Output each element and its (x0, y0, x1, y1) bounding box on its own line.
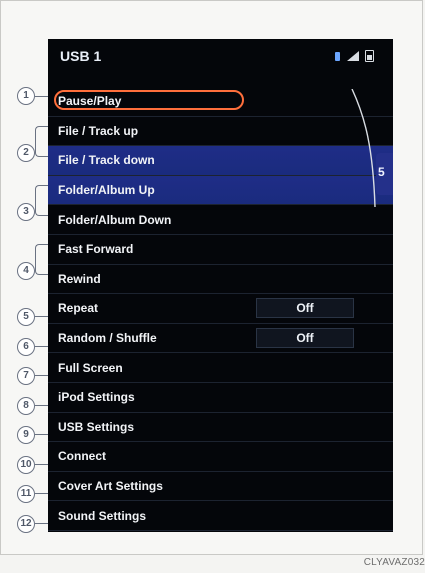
menu-item-file-track-up[interactable]: File / Track up (48, 117, 393, 147)
menu-item-label: Pause/Play (58, 94, 122, 109)
callout-6: 6 (17, 338, 35, 356)
menu-item-repeat[interactable]: Repeat Off (48, 294, 393, 324)
figure-code: CLYAVAZ032 (363, 557, 425, 568)
menu-item-folder-album-down[interactable]: Folder/Album Down (48, 205, 393, 235)
menu-item-label: Rewind (58, 271, 101, 286)
callout-11: 11 (17, 485, 35, 503)
menu-item-ipod-settings[interactable]: iPod Settings (48, 383, 393, 413)
callout-5-leader (35, 316, 48, 317)
bluetooth-icon (335, 52, 340, 61)
callout-2: 2 (17, 144, 35, 162)
signal-icon (347, 51, 359, 61)
menu-item-random-shuffle[interactable]: Random / Shuffle Off (48, 324, 393, 354)
battery-icon (365, 50, 374, 62)
menu-item-label: Folder/Album Down (58, 212, 172, 227)
callout-9: 9 (17, 426, 35, 444)
usb-control-screen: USB 1 Pause/Play File / Track up File / … (48, 39, 393, 532)
callout-1: 1 (17, 87, 35, 105)
menu-item-label: Repeat (58, 301, 99, 316)
menu-item-usb-settings[interactable]: USB Settings (48, 413, 393, 443)
scroll-handle-glyph: 5 (378, 165, 385, 179)
menu-item-label: Sound Settings (58, 508, 146, 523)
menu-item-label: Full Screen (58, 360, 123, 375)
scroll-handle[interactable]: 5 (376, 153, 393, 195)
menu-item-full-screen[interactable]: Full Screen (48, 353, 393, 383)
menu-item-label: Connect (58, 449, 106, 464)
illustration-frame: 1 2 3 4 5 6 7 8 9 10 11 12 USB 1 Pause/P… (0, 0, 423, 555)
menu-item-label: Fast Forward (58, 242, 134, 257)
menu-item-fast-forward[interactable]: Fast Forward (48, 235, 393, 265)
menu-item-rewind[interactable]: Rewind (48, 265, 393, 295)
menu-item-label: Cover Art Settings (58, 479, 163, 494)
menu-item-label: iPod Settings (58, 390, 135, 405)
callout-11-leader (35, 493, 48, 494)
status-bar: USB 1 (48, 39, 393, 75)
callout-10: 10 (17, 456, 35, 474)
menu-item-folder-album-up[interactable]: Folder/Album Up (48, 175, 393, 206)
menu-item-file-track-down[interactable]: File / Track down (48, 146, 393, 176)
callout-6-leader (35, 346, 48, 347)
callout-7: 7 (17, 367, 35, 385)
status-icons (321, 49, 381, 63)
menu-item-label: File / Track up (58, 123, 139, 138)
source-title: USB 1 (60, 48, 102, 64)
menu-item-connect[interactable]: Connect (48, 442, 393, 472)
callout-12: 12 (17, 515, 35, 533)
callout-3: 3 (17, 203, 35, 221)
menu-item-label: USB Settings (58, 419, 135, 434)
menu-item-sound-settings[interactable]: Sound Settings (48, 501, 393, 531)
menu-item-cover-art-settings[interactable]: Cover Art Settings (48, 472, 393, 502)
callout-5: 5 (17, 308, 35, 326)
random-shuffle-value[interactable]: Off (256, 327, 354, 348)
callout-7-leader (35, 375, 48, 376)
repeat-value[interactable]: Off (256, 298, 354, 319)
callout-9-leader (35, 434, 48, 435)
callout-4: 4 (17, 262, 35, 280)
callout-10-leader (35, 464, 48, 465)
menu-item-label: Folder/Album Up (58, 183, 155, 198)
menu-item-label: Random / Shuffle (58, 331, 157, 346)
callout-column: 1 2 3 4 5 6 7 8 9 10 11 12 (1, 1, 51, 556)
control-list: Pause/Play File / Track up File / Track … (48, 87, 393, 531)
menu-item-label: File / Track down (58, 153, 155, 168)
callout-8-leader (35, 405, 48, 406)
callout-8: 8 (17, 397, 35, 415)
callout-12-leader (35, 523, 48, 524)
callout-1-leader (35, 96, 48, 97)
menu-item-pause-play[interactable]: Pause/Play (48, 87, 393, 117)
